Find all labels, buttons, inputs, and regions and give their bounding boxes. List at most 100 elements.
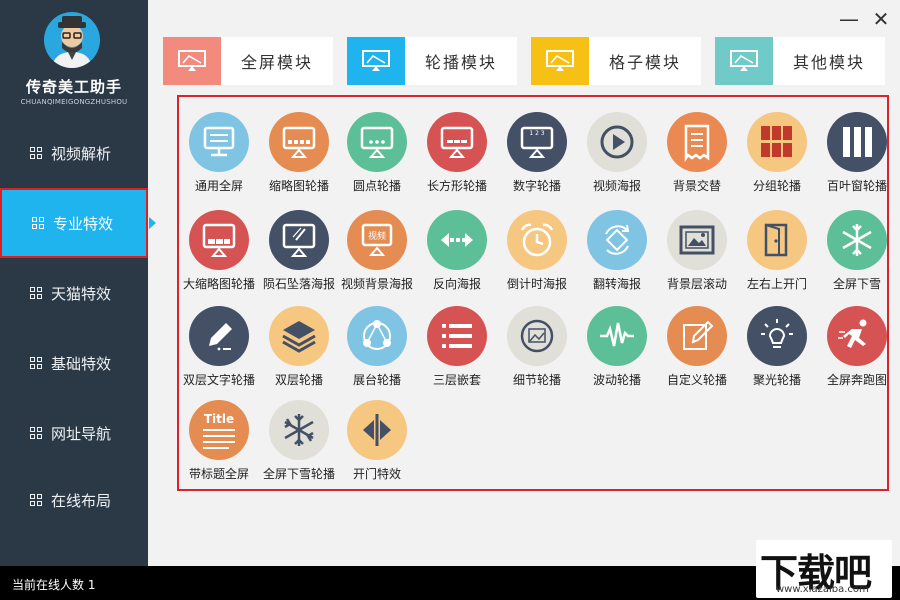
effects-grid: 通用全屏 缩略图轮播 圆点轮播 长方形轮播 1 2 3 数字轮播 视频海报 背景交替 分组轮播百… xyxy=(177,95,889,491)
door-icon xyxy=(747,210,807,270)
effect-item[interactable]: 翻转海报 xyxy=(577,197,657,292)
number-slider-icon: 1 2 3 xyxy=(507,112,567,172)
grid-icon xyxy=(30,494,42,506)
svg-text:视频: 视频 xyxy=(368,230,386,242)
title-icon: Title xyxy=(189,400,249,460)
play-icon xyxy=(587,112,647,172)
minimize-button[interactable]: — xyxy=(836,6,862,32)
brand: 传奇美工助手 CHUANQIMEIGONGZHUSHOU xyxy=(0,0,148,118)
effect-item[interactable]: 视频 视频背景海报 xyxy=(337,197,417,292)
effect-item[interactable]: 分组轮播 xyxy=(737,99,817,194)
tab-grid-module[interactable]: 格子模块 xyxy=(531,37,701,85)
effect-label: 开门特效 xyxy=(352,467,401,481)
tab-label: 其他模块 xyxy=(792,53,865,72)
effect-item[interactable]: 圆点轮播 xyxy=(337,99,417,194)
active-indicator-arrow xyxy=(149,217,156,229)
sidebar-item-basic-effects[interactable]: 基础特效 xyxy=(0,328,148,398)
big-thumb-icon xyxy=(189,210,249,270)
tab-label: 轮播模块 xyxy=(424,53,497,72)
reverse-arrows-icon xyxy=(427,210,487,270)
effect-item[interactable]: 自定义轮播 xyxy=(657,293,737,388)
avatar xyxy=(44,12,100,68)
effect-item[interactable]: 细节轮播 xyxy=(497,293,577,388)
grid-icon xyxy=(30,427,42,439)
effect-label: 全屏下雪 xyxy=(832,277,881,291)
sidebar-item-online-layout[interactable]: 在线布局 xyxy=(0,465,148,535)
document-icon xyxy=(667,112,727,172)
effect-label: 全屏奔跑图 xyxy=(826,373,887,387)
effect-item[interactable]: 长方形轮播 xyxy=(417,99,497,194)
rect-slider-icon xyxy=(427,112,487,172)
runner-icon xyxy=(827,306,887,366)
effect-item[interactable]: 通用全屏 xyxy=(179,99,259,194)
rotate-icon xyxy=(587,210,647,270)
alarm-clock-icon xyxy=(507,210,567,270)
effect-item[interactable]: 背景层滚动 xyxy=(657,197,737,292)
effect-item[interactable]: 展台轮播 xyxy=(337,293,417,388)
sidebar-item-label: 在线布局 xyxy=(51,491,112,510)
effect-item[interactable]: 背景交替 xyxy=(657,99,737,194)
svg-text:Title: Title xyxy=(204,412,234,426)
effect-item[interactable]: 全屏下雪 xyxy=(817,197,897,292)
pencil-icon xyxy=(189,306,249,366)
effect-item[interactable]: 视频海报 xyxy=(577,99,657,194)
share-nodes-icon xyxy=(347,306,407,366)
effect-item[interactable]: 双层文字轮播 xyxy=(179,293,259,388)
pulse-icon xyxy=(587,306,647,366)
grid-icon xyxy=(32,217,44,229)
tab-fullscreen-module[interactable]: 全屏模块 xyxy=(163,37,333,85)
effect-label: 百叶窗轮播 xyxy=(826,179,887,193)
image-circle-icon xyxy=(507,306,567,366)
thumb-slider-icon xyxy=(269,112,329,172)
effect-item[interactable]: 1 2 3 数字轮播 xyxy=(497,99,577,194)
effect-item[interactable]: 聚光轮播 xyxy=(737,293,817,388)
effect-item[interactable]: 倒计时海报 xyxy=(497,197,577,292)
online-count: 当前在线人数 1 xyxy=(12,578,96,592)
sidebar-item-url-nav[interactable]: 网址导航 xyxy=(0,398,148,468)
snowflake-dark-icon xyxy=(269,400,329,460)
sidebar-item-pro-effects[interactable]: 专业特效 xyxy=(0,188,148,258)
dot-slider-icon xyxy=(347,112,407,172)
list-icon xyxy=(427,306,487,366)
tab-label: 全屏模块 xyxy=(240,53,313,72)
video-bg-icon: 视频 xyxy=(347,210,407,270)
snowflake-icon xyxy=(827,210,887,270)
effect-item[interactable]: Title 带标题全屏 xyxy=(179,387,259,482)
sidebar-item-video-parse[interactable]: 视频解析 xyxy=(0,118,148,188)
minimize-icon: — xyxy=(839,7,859,31)
sidebar: 传奇美工助手 CHUANQIMEIGONGZHUSHOU 视频解析 专业特效 天… xyxy=(0,0,148,566)
brand-title: 传奇美工助手 xyxy=(25,78,122,96)
effect-item[interactable]: 大缩略图轮播 xyxy=(179,197,259,292)
effect-item[interactable]: 三层嵌套 xyxy=(417,293,497,388)
grid-icon xyxy=(30,147,42,159)
edit-icon xyxy=(667,306,727,366)
blinds-icon xyxy=(827,112,887,172)
effect-item[interactable]: 左右上开门 xyxy=(737,197,817,292)
meteor-icon xyxy=(269,210,329,270)
tab-label: 格子模块 xyxy=(608,53,681,72)
sidebar-item-label: 网址导航 xyxy=(51,424,112,443)
sidebar-item-label: 专业特效 xyxy=(53,214,114,233)
close-icon: ✕ xyxy=(872,7,890,31)
sidebar-item-label: 基础特效 xyxy=(51,354,112,373)
tab-other-module[interactable]: 其他模块 xyxy=(715,37,885,85)
watermark-url: www.xiazaiba.com xyxy=(776,584,869,595)
image-frame-icon xyxy=(667,210,727,270)
monitor-icon xyxy=(347,37,405,85)
monitor-icon xyxy=(715,37,773,85)
sidebar-item-tmall-effects[interactable]: 天猫特效 xyxy=(0,258,148,328)
effect-item[interactable]: 开门特效 xyxy=(337,387,417,482)
split-door-icon xyxy=(347,400,407,460)
effect-item[interactable]: 反向海报 xyxy=(417,197,497,292)
effect-item[interactable]: 波动轮播 xyxy=(577,293,657,388)
sidebar-item-label: 天猫特效 xyxy=(51,284,112,303)
watermark: 下载吧 www.xiazaiba.com xyxy=(756,540,892,598)
group-grid-icon xyxy=(747,112,807,172)
close-button[interactable]: ✕ xyxy=(868,6,894,32)
svg-text:1 2 3: 1 2 3 xyxy=(529,130,544,137)
layers-icon xyxy=(269,306,329,366)
effect-item[interactable]: 全屏奔跑图 xyxy=(817,293,897,388)
bulb-icon xyxy=(747,306,807,366)
effect-item[interactable]: 百叶窗轮播 xyxy=(817,99,897,194)
tab-slider-module[interactable]: 轮播模块 xyxy=(347,37,517,85)
